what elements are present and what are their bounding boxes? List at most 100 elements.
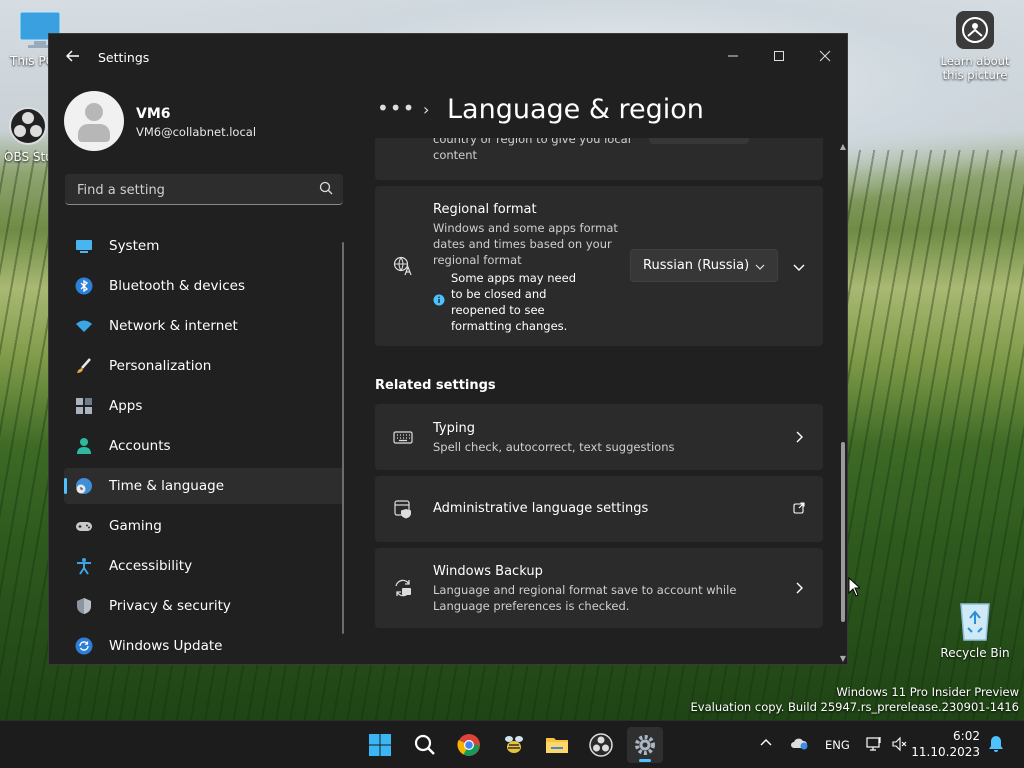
- desktop-icon-learn-about-picture[interactable]: Learn about this picture: [940, 10, 1010, 82]
- camera-info-icon: [955, 10, 995, 50]
- taskbar-settings[interactable]: [627, 727, 663, 763]
- search-box[interactable]: [65, 174, 343, 205]
- taskbar-obs[interactable]: [583, 727, 619, 763]
- bell-icon: [989, 736, 1003, 752]
- sidebar-item-label: Windows Update: [109, 638, 223, 654]
- watermark-line-2: Evaluation copy. Build 25947.rs_prerelea…: [690, 700, 1019, 714]
- dropdown-value: Russian (Russia): [643, 258, 750, 273]
- gamepad-icon: [76, 522, 92, 531]
- typing-card[interactable]: Typing Spell check, autocorrect, text su…: [375, 404, 823, 470]
- notification-button[interactable]: [988, 735, 1004, 756]
- regional-format-dropdown[interactable]: Russian (Russia): [630, 249, 778, 282]
- country-dropdown-edge[interactable]: [649, 138, 749, 144]
- sidebar-item-label: Accessibility: [109, 558, 193, 574]
- sidebar-item-windows-update[interactable]: Windows Update: [64, 628, 344, 664]
- sidebar-item-bluetooth[interactable]: Bluetooth & devices: [64, 268, 344, 304]
- taskbar-bee-app[interactable]: [496, 727, 532, 763]
- sidebar-item-label: System: [109, 238, 160, 254]
- maximize-button[interactable]: [756, 42, 802, 74]
- arrow-left-icon: [66, 50, 79, 62]
- windows-backup-card[interactable]: Windows Backup Language and regional for…: [375, 548, 823, 628]
- search-input[interactable]: [75, 180, 309, 200]
- scroll-thumb[interactable]: [841, 442, 845, 622]
- maximize-icon: [774, 51, 784, 61]
- sidebar-item-time-language[interactable]: Time & language: [64, 468, 344, 504]
- taskbar-search-button[interactable]: [407, 727, 443, 763]
- sidebar-item-accessibility[interactable]: Accessibility: [64, 548, 344, 584]
- search-icon: [319, 181, 333, 195]
- sidebar-item-privacy-security[interactable]: Privacy & security: [64, 588, 344, 624]
- keyboard-icon: [393, 431, 413, 444]
- taskbar-chrome[interactable]: [451, 727, 487, 763]
- typing-title: Typing: [433, 421, 475, 436]
- obs-icon: [8, 106, 48, 146]
- apps-icon: [76, 398, 92, 414]
- active-app-indicator: [639, 759, 651, 762]
- title-bar[interactable]: Settings: [49, 34, 847, 82]
- obs-icon: [589, 733, 613, 757]
- sidebar-item-system[interactable]: System: [64, 228, 344, 264]
- build-watermark: Windows 11 Pro Insider Preview Evaluatio…: [691, 685, 1019, 715]
- settings-window: Settings VM6 VM6@collabnet.local System …: [48, 33, 848, 665]
- scroll-down-icon[interactable]: ▼: [839, 654, 847, 663]
- tray-onedrive[interactable]: [790, 736, 808, 753]
- file-explorer-icon: [546, 738, 568, 753]
- chevron-down-icon: [755, 264, 765, 270]
- chevron-right-icon: ›: [423, 100, 430, 119]
- related-settings-heading: Related settings: [375, 378, 496, 393]
- taskbar: ENG 6:02 11.10.2023: [0, 720, 1024, 768]
- scroll-up-icon[interactable]: ▲: [839, 142, 847, 151]
- regional-format-title: Regional format: [433, 202, 537, 217]
- desktop-icon-recycle-bin[interactable]: Recycle Bin: [940, 598, 1010, 660]
- back-button[interactable]: [63, 48, 83, 68]
- sidebar-scrollbar[interactable]: [342, 242, 344, 634]
- sidebar-item-label: Time & language: [109, 478, 225, 494]
- formatting-note: Some apps may need to be closed and reop…: [451, 271, 577, 333]
- taskbar-file-explorer[interactable]: [539, 727, 575, 763]
- content-scrollbar[interactable]: ▲ ▼: [839, 142, 847, 663]
- desktop-icon-obs[interactable]: OBS Studio: [4, 106, 52, 164]
- regional-format-icon: [393, 256, 412, 276]
- close-button[interactable]: [802, 42, 848, 74]
- country-region-card[interactable]: country or region to give you local cont…: [375, 138, 823, 180]
- tray-network[interactable]: [866, 736, 882, 755]
- regional-format-card[interactable]: Regional format Windows and some apps fo…: [375, 186, 823, 346]
- breadcrumb-overflow-button[interactable]: •••: [377, 96, 415, 120]
- update-icon: [75, 637, 93, 655]
- sidebar-item-personalization[interactable]: Personalization: [64, 348, 344, 384]
- typing-description: Spell check, autocorrect, text suggestio…: [433, 440, 675, 454]
- selection-indicator: [64, 478, 67, 494]
- sidebar-item-gaming[interactable]: Gaming: [64, 508, 344, 544]
- user-profile[interactable]: VM6 VM6@collabnet.local: [64, 91, 354, 153]
- onedrive-sync-icon: [791, 738, 808, 750]
- avatar: [64, 91, 124, 151]
- language-indicator[interactable]: ENG: [825, 738, 850, 752]
- volume-muted-icon: [892, 736, 907, 752]
- person-icon: [77, 438, 91, 454]
- sidebar-item-apps[interactable]: Apps: [64, 388, 344, 424]
- recycle-bin-icon: [957, 598, 993, 642]
- tray-clock[interactable]: 6:02 11.10.2023: [911, 728, 980, 760]
- expand-chevron-icon[interactable]: [793, 261, 805, 273]
- sidebar-item-label: Apps: [109, 398, 143, 414]
- content-pane: country or region to give you local cont…: [375, 138, 823, 660]
- app-title: Settings: [98, 50, 150, 65]
- page-title: Language & region: [447, 94, 704, 125]
- settings-icon: [635, 735, 655, 755]
- sidebar-item-label: Bluetooth & devices: [109, 278, 246, 294]
- mouse-cursor-icon: [848, 577, 860, 597]
- chevron-right-icon: [796, 431, 803, 443]
- tray-volume[interactable]: [892, 736, 908, 755]
- admin-language-title: Administrative language settings: [433, 501, 649, 516]
- sidebar-item-accounts[interactable]: Accounts: [64, 428, 344, 464]
- minimize-button[interactable]: [710, 42, 756, 74]
- start-button[interactable]: [362, 727, 398, 763]
- tray-overflow-button[interactable]: [760, 737, 772, 752]
- sidebar-item-label: Personalization: [109, 358, 212, 374]
- sidebar-item-network[interactable]: Network & internet: [64, 308, 344, 344]
- admin-language-card[interactable]: Administrative language settings: [375, 476, 823, 542]
- regional-format-description: Windows and some apps format dates and t…: [433, 221, 618, 267]
- windows-backup-description: Language and regional format save to acc…: [433, 583, 737, 613]
- open-external-icon: [793, 502, 805, 514]
- user-name: VM6: [136, 106, 171, 122]
